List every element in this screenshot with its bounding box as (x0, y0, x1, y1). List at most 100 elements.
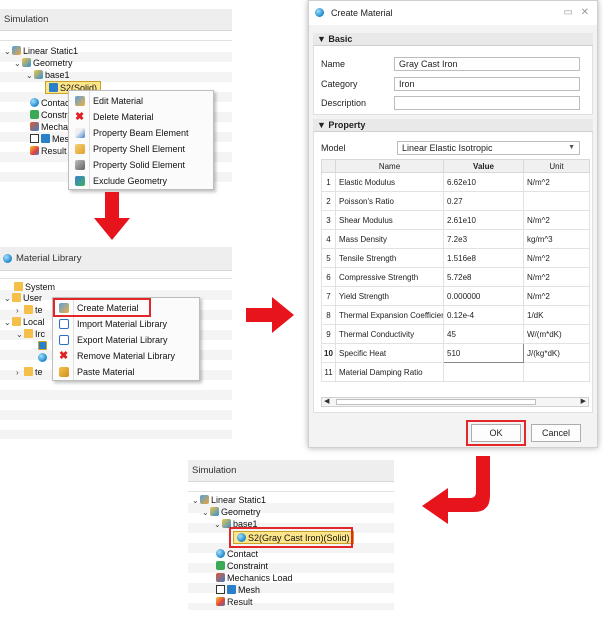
tree-item-mesh[interactable]: Mes (30, 133, 69, 145)
property-value-cell[interactable]: 7.2e3 (443, 229, 524, 249)
chevron-down-icon[interactable]: ⌄ (4, 317, 12, 329)
tree-item-linear-static[interactable]: ⌄ Linear Static1 (4, 45, 78, 57)
chevron-down-icon[interactable]: ⌄ (202, 507, 210, 519)
table-row[interactable]: 6 Compressive Strength 5.72e8 N/m^2 (321, 267, 590, 287)
tree-item-result[interactable]: Result (216, 596, 253, 608)
row-number: 11 (321, 362, 336, 382)
menu-item-edit-material[interactable]: Edit Material (69, 93, 213, 109)
toolbar-strip (0, 31, 232, 41)
tree-item-local[interactable]: ⌄ Local (4, 316, 45, 328)
property-unit-cell: N/m^2 (523, 210, 590, 230)
table-row[interactable]: 10 Specific Heat 510 J/(kg*dK) (321, 343, 590, 363)
tree-item-geometry[interactable]: ⌄ Geometry (202, 506, 261, 518)
mesh-icon (41, 134, 50, 143)
property-section-header[interactable]: ▼ Property (313, 119, 593, 132)
tree-item-mechanics[interactable]: Mechan (30, 121, 73, 133)
scroll-left-icon[interactable]: ◀ (324, 397, 329, 405)
basic-section-header[interactable]: ▼ Basic (313, 33, 593, 46)
checkbox[interactable] (216, 585, 225, 594)
menu-item-export-library[interactable]: Export Material Library (53, 332, 199, 348)
table-row[interactable]: 11 Material Damping Ratio (321, 362, 590, 382)
chevron-down-icon[interactable]: ⌄ (16, 329, 24, 341)
property-value-cell[interactable]: 5.72e8 (443, 267, 524, 287)
property-name-cell: Mass Density (335, 229, 444, 249)
menu-item-shell-element[interactable]: Property Shell Element (69, 141, 213, 157)
column-header-value[interactable]: Value (443, 159, 524, 173)
tree-item-iron[interactable]: ⌄ Irc (16, 328, 45, 340)
exclude-icon (75, 176, 85, 186)
restore-icon[interactable]: ▭ (564, 1, 573, 25)
close-icon[interactable]: ✕ (581, 1, 589, 25)
export-icon (59, 335, 69, 345)
row-number: 3 (321, 210, 336, 230)
chevron-down-icon[interactable]: ▼ (568, 142, 575, 154)
name-input[interactable]: Gray Cast Iron (394, 57, 580, 71)
property-value-cell[interactable] (443, 362, 524, 382)
menu-item-beam-element[interactable]: Property Beam Element (69, 125, 213, 141)
mesh-icon (227, 585, 236, 594)
scroll-right-icon[interactable]: ▶ (581, 397, 586, 405)
checkbox[interactable] (30, 134, 39, 143)
scrollbar-thumb[interactable] (336, 399, 536, 405)
property-unit-cell (523, 191, 590, 211)
row-number: 6 (321, 267, 336, 287)
menu-item-solid-element[interactable]: Property Solid Element (69, 157, 213, 173)
model-label: Model (321, 143, 346, 153)
property-value-cell[interactable]: 0.000000 (443, 286, 524, 306)
tree-item-user[interactable]: ⌄ User (4, 292, 42, 304)
chevron-down-icon[interactable]: ⌄ (14, 58, 22, 70)
table-row[interactable]: 9 Thermal Conductivity 45 W/(m*dK) (321, 324, 590, 344)
tree-item-contact[interactable]: Contact (216, 548, 258, 560)
tree-item-constraint[interactable]: Constraint (216, 560, 268, 572)
property-value-cell[interactable]: 2.61e10 (443, 210, 524, 230)
row-number: 2 (321, 191, 336, 211)
tree-item-result[interactable]: Result (30, 145, 67, 157)
table-row[interactable]: 1 Elastic Modulus 6.62e10 N/m^2 (321, 172, 590, 192)
chevron-down-icon[interactable]: ⌄ (4, 293, 12, 305)
property-value-cell[interactable]: 45 (443, 324, 524, 344)
tree-item-material-a[interactable] (38, 340, 49, 352)
table-row[interactable]: 8 Thermal Expansion Coefficient 0.12e-4 1/d… (321, 305, 590, 325)
horizontal-scrollbar[interactable]: ◀ ▶ (321, 397, 589, 407)
property-value-cell[interactable]: 0.12e-4 (443, 305, 524, 325)
table-row[interactable]: 7 Yield Strength 0.000000 N/m^2 (321, 286, 590, 306)
contact-icon (30, 98, 39, 107)
cancel-button[interactable]: Cancel (531, 424, 581, 442)
menu-item-exclude-geometry[interactable]: Exclude Geometry (69, 173, 213, 189)
menu-item-import-library[interactable]: Import Material Library (53, 316, 199, 332)
menu-item-paste-material[interactable]: Paste Material (53, 364, 199, 380)
tree-item-mesh[interactable]: Mesh (216, 584, 260, 596)
tree-item-te-2[interactable]: › te (16, 366, 43, 378)
tree-item-mechanics[interactable]: Mechanics Load (216, 572, 293, 584)
table-row[interactable]: 3 Shear Modulus 2.61e10 N/m^2 (321, 210, 590, 230)
app-icon (315, 8, 324, 17)
tree-item-te[interactable]: › te (16, 304, 43, 316)
table-row[interactable]: 5 Tensile Strength 1.516e8 N/m^2 (321, 248, 590, 268)
menu-item-remove-library[interactable]: ✖ Remove Material Library (53, 348, 199, 364)
tree-item-geometry[interactable]: ⌄ Geometry (14, 57, 73, 69)
model-select[interactable]: Linear Elastic Isotropic ▼ (397, 141, 580, 155)
tree-item-linear-static[interactable]: ⌄ Linear Static1 (192, 494, 266, 506)
column-header-name[interactable]: Name (335, 159, 444, 173)
tree-item-base[interactable]: ⌄ base1 (26, 69, 70, 81)
library-icon (3, 254, 12, 263)
table-row[interactable]: 4 Mass Density 7.2e3 kg/m^3 (321, 229, 590, 249)
chevron-down-icon[interactable]: ⌄ (214, 519, 222, 531)
chevron-down-icon[interactable]: ⌄ (4, 46, 12, 58)
chevron-right-icon[interactable]: › (16, 367, 24, 379)
description-input[interactable] (394, 96, 580, 110)
row-number: 1 (321, 172, 336, 192)
table-row[interactable]: 2 Poisson's Ratio 0.27 (321, 191, 590, 211)
property-value-cell[interactable]: 6.62e10 (443, 172, 524, 192)
menu-item-delete-material[interactable]: ✖ Delete Material (69, 109, 213, 125)
property-value-cell[interactable]: 0.27 (443, 191, 524, 211)
column-header-unit[interactable]: Unit (523, 159, 590, 173)
highlight-ok-button (466, 420, 526, 446)
tree-item-contact[interactable]: Contact (30, 97, 72, 109)
property-value-cell[interactable]: 1.516e8 (443, 248, 524, 268)
chevron-down-icon[interactable]: ⌄ (192, 495, 200, 507)
property-value-cell[interactable]: 510 (443, 343, 524, 363)
tree-item-material-b[interactable] (38, 352, 49, 364)
chevron-down-icon[interactable]: ⌄ (26, 70, 34, 82)
category-input[interactable]: Iron (394, 77, 580, 91)
